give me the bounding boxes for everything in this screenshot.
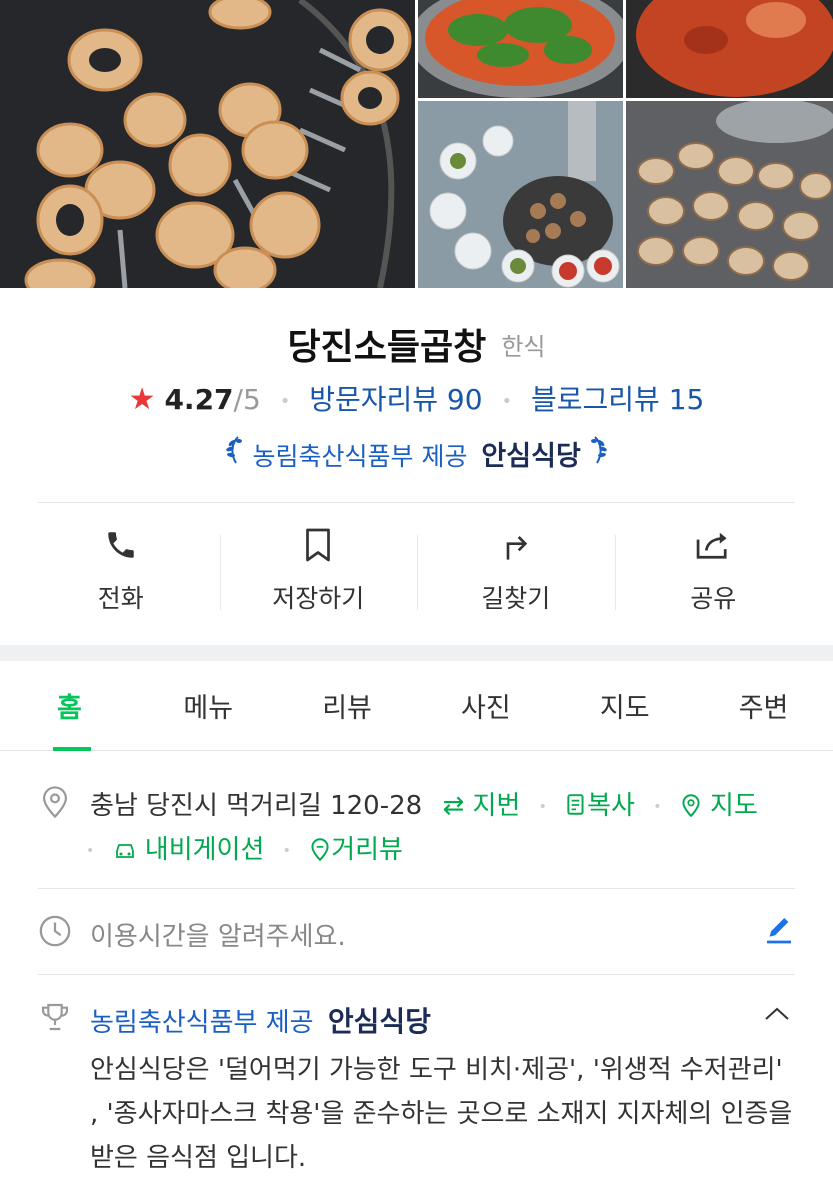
hours-row[interactable]: 이용시간을 알려주세요. (38, 914, 795, 954)
laurel-right-icon (589, 436, 609, 472)
rating-score: 4.27 (164, 383, 234, 416)
visitor-reviews-link[interactable]: 방문자리뷰 90 (309, 383, 482, 416)
divider (38, 888, 795, 889)
navigation-label: 내비게이션 (144, 835, 265, 865)
tab-map[interactable]: 지도 (555, 661, 694, 750)
separator-dot: • (282, 842, 291, 859)
clock-icon (38, 914, 72, 948)
directions-button[interactable]: 길찾기 (417, 525, 615, 615)
divider (38, 502, 795, 503)
map-pin-icon (680, 791, 702, 821)
star-icon: ★ (128, 382, 156, 417)
street-view-button[interactable]: 거리뷰 (309, 835, 403, 865)
car-icon (113, 835, 137, 865)
address-line-2: • 내비게이션 • 거리뷰 (86, 829, 403, 866)
map-label: 지도 (710, 791, 758, 821)
directions-label: 길찾기 (481, 584, 551, 613)
hours-placeholder: 이용시간을 알려주세요. (90, 922, 346, 952)
trophy-icon (38, 1000, 72, 1034)
restaurant-category: 한식 (501, 332, 546, 361)
jibun-button[interactable]: ⇄ 지번 (442, 791, 520, 821)
pencil-icon[interactable] (763, 914, 795, 950)
copy-button[interactable]: 복사 (565, 791, 635, 821)
rating-max: /5 (233, 383, 261, 416)
photo-grilled-gopchang[interactable] (0, 0, 415, 288)
share-button[interactable]: 공유 (614, 525, 813, 615)
cert-section-title: 농림축산식품부 제공 안심식당 (90, 1000, 431, 1040)
photo-soup-with-greens[interactable] (418, 0, 623, 98)
cert-section-provider: 농림축산식품부 제공 (90, 1008, 314, 1038)
tab-home[interactable]: 홈 (0, 661, 139, 751)
jibun-label: 지번 (472, 791, 521, 821)
safe-restaurant-badge[interactable]: 농림축산식품부 제공 안심식당 (0, 434, 833, 473)
bookmark-icon (303, 525, 333, 565)
phone-icon (104, 525, 138, 565)
cert-section-badge: 안심식당 (327, 1005, 431, 1038)
swap-icon: ⇄ (442, 791, 465, 821)
tab-nearby[interactable]: 주변 (694, 661, 833, 750)
address-row: 충남 당진시 먹거리길 120-28 ⇄ 지번 • 복사 • 지도 • 내비게이… (38, 785, 795, 865)
cert-description: 안심식당은 '덜어먹기 가능한 도구 비치·제공', '위생적 수저관리' , … (90, 1055, 793, 1173)
separator-dot: • (279, 390, 291, 412)
separator-dot: • (538, 798, 547, 815)
share-icon (694, 525, 732, 565)
laurel-left-icon (224, 436, 252, 472)
tab-menu[interactable]: 메뉴 (139, 661, 278, 750)
map-button[interactable]: 지도 (680, 791, 758, 821)
tab-photo[interactable]: 사진 (416, 661, 555, 750)
tab-bar: 홈 메뉴 리뷰 사진 지도 주변 (0, 661, 833, 751)
location-pin-icon (38, 785, 72, 819)
call-label: 전화 (97, 584, 144, 613)
cert-badge-text: 안심식당 (481, 441, 581, 472)
directions-icon (500, 525, 532, 565)
photo-gallery[interactable] (0, 0, 833, 288)
blog-reviews-link[interactable]: 블로그리뷰 15 (531, 383, 704, 416)
share-label: 공유 (690, 584, 737, 613)
restaurant-name: 당진소들곱창 (287, 327, 487, 368)
street-view-icon (309, 835, 331, 865)
cert-section: 농림축산식품부 제공 안심식당 안심식당은 '덜어먹기 가능한 도구 비치·제공… (38, 1000, 795, 1179)
copy-label: 복사 (587, 791, 635, 821)
navigation-button[interactable]: 내비게이션 (113, 835, 265, 865)
address-line-1: 충남 당진시 먹거리길 120-28 ⇄ 지번 • 복사 • 지도 (90, 785, 758, 822)
cert-provider: 농림축산식품부 제공 (252, 442, 468, 471)
copy-icon (565, 791, 587, 821)
chevron-up-icon[interactable] (763, 1004, 791, 1028)
tab-review[interactable]: 리뷰 (278, 661, 417, 750)
photo-grill-closeup[interactable] (626, 101, 833, 288)
photo-table-spread[interactable] (418, 101, 623, 288)
address-text: 충남 당진시 먹거리길 120-28 (90, 791, 423, 821)
section-gap (0, 645, 833, 661)
separator-dot: • (653, 798, 662, 815)
save-button[interactable]: 저장하기 (219, 525, 418, 615)
save-label: 저장하기 (272, 584, 365, 613)
call-button[interactable]: 전화 (22, 525, 220, 615)
photo-red-stew[interactable] (626, 0, 833, 98)
divider (38, 974, 795, 975)
street-view-label: 거리뷰 (331, 835, 403, 865)
rating-row: ★ 4.27/5 • 방문자리뷰 90 • 블로그리뷰 15 (0, 378, 833, 418)
action-bar: 전화 저장하기 길찾기 공유 (22, 525, 812, 615)
separator-dot: • (501, 390, 513, 412)
separator-dot: • (86, 842, 95, 859)
title-row: 당진소들곱창 한식 (0, 318, 833, 370)
